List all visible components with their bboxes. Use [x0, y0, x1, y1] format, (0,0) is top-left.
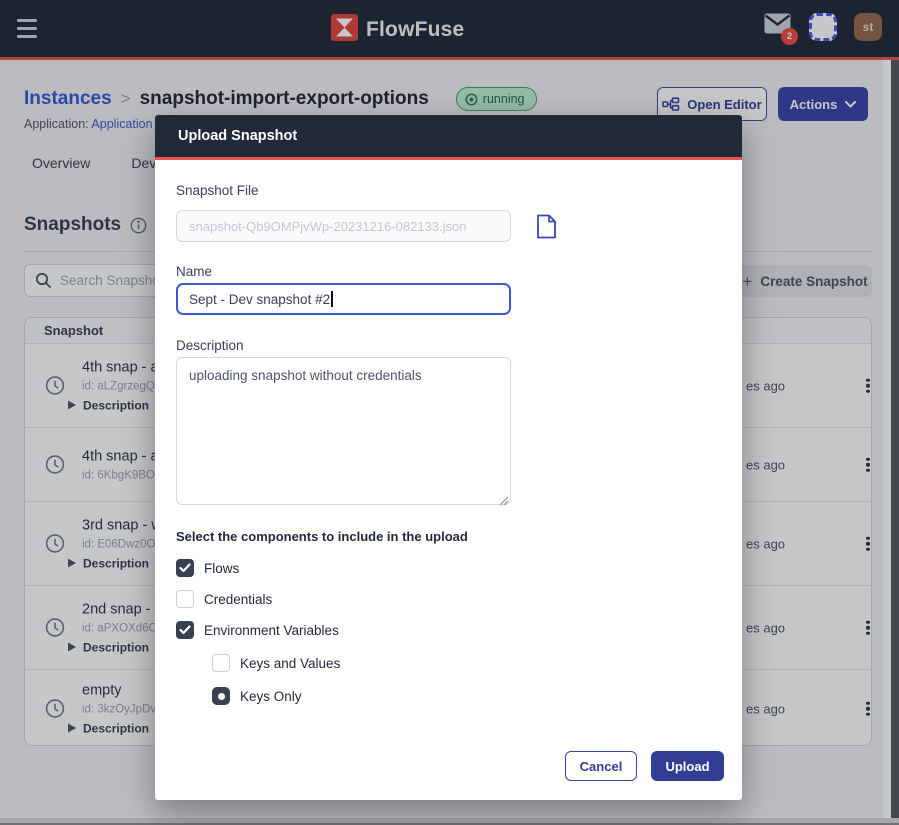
cancel-button[interactable]: Cancel [565, 751, 637, 781]
components-label: Select the components to include in the … [176, 529, 468, 544]
name-label: Name [176, 264, 212, 279]
checked-checkbox-icon[interactable] [176, 621, 194, 639]
name-input[interactable]: Sept - Dev snapshot #2 [176, 283, 511, 315]
text-caret [331, 291, 333, 307]
description-label: Description [176, 338, 244, 353]
checkbox-flows[interactable]: Flows [176, 558, 239, 578]
upload-snapshot-dialog: Upload Snapshot Snapshot File Name Sept … [155, 115, 742, 800]
checkbox-environment-variables[interactable]: Environment Variables [176, 620, 339, 640]
upload-button[interactable]: Upload [651, 751, 724, 781]
selected-radio-icon[interactable] [212, 687, 230, 705]
radio-keys-only[interactable]: Keys Only [212, 686, 302, 706]
description-textarea[interactable]: uploading snapshot without credentials [176, 357, 511, 505]
page: FlowFuse 2 st Instances > snapshot-impor… [0, 0, 899, 825]
snapshot-file-input[interactable] [176, 210, 511, 242]
dialog-accent-line [155, 157, 742, 160]
resize-grip-icon[interactable] [499, 493, 509, 511]
checkbox-keys-and-values[interactable]: Keys and Values [212, 653, 340, 673]
unchecked-checkbox-icon[interactable] [176, 590, 194, 608]
dialog-header: Upload Snapshot [155, 115, 742, 157]
checkbox-credentials[interactable]: Credentials [176, 589, 272, 609]
dialog-title: Upload Snapshot [178, 128, 297, 144]
file-document-icon[interactable] [536, 214, 557, 244]
snapshot-file-label: Snapshot File [176, 183, 259, 198]
checked-checkbox-icon[interactable] [176, 559, 194, 577]
unchecked-checkbox-icon[interactable] [212, 654, 230, 672]
